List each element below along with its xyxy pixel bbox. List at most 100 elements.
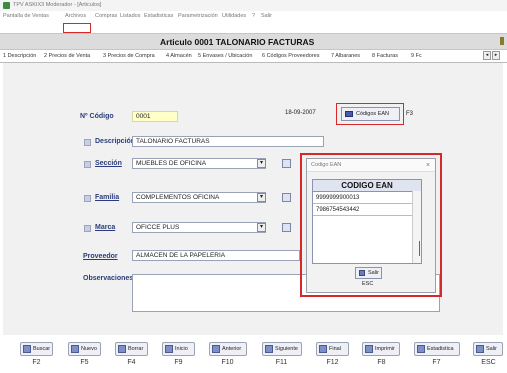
final-button[interactable]: Final: [316, 342, 349, 356]
estadistica-button[interactable]: Estadistica: [414, 342, 460, 356]
search-icon: [23, 345, 31, 353]
inicio-button[interactable]: Inicio: [162, 342, 195, 356]
fecha-text: 18-09-2007: [285, 110, 316, 116]
salir-key: ESC: [481, 359, 496, 366]
ean-table-header: CODIGO EAN: [313, 180, 421, 192]
menu-item-archivos[interactable]: Archivos: [65, 13, 86, 20]
siguiente-button[interactable]: Siguiente: [262, 342, 302, 356]
window-title-bar: TPV ASKIX3 Moderador - [Articulos]: [0, 0, 507, 11]
ean-salir-button[interactable]: Salir: [355, 267, 382, 279]
tab-descripcion[interactable]: 1 Descripción: [3, 53, 36, 59]
nuevo-button[interactable]: Nuevo: [68, 342, 101, 356]
tab-envases-ubicacion[interactable]: 5 Envases / Ubicación: [198, 53, 252, 59]
buscar-label: Buscar: [33, 346, 51, 352]
final-label: Final: [329, 346, 341, 352]
buscar-key: F2: [32, 359, 41, 366]
codigos-ean-button[interactable]: Códigos EAN: [341, 107, 400, 121]
codigos-ean-label: Códigos EAN: [356, 111, 390, 117]
ean-table-row[interactable]: 7986754543442: [316, 207, 416, 213]
menu-item-salir[interactable]: Salir: [261, 13, 272, 20]
ean-dialog-title: Codigo EAN: [311, 162, 342, 168]
familia-bullet-icon: [84, 195, 91, 202]
descripcion-bullet-icon: [84, 139, 91, 146]
proveedor-field[interactable]: ALMACEN DE LA PAPELERIA: [132, 250, 300, 261]
ean-table-scrollbar[interactable]: [412, 191, 421, 263]
tab-more[interactable]: 9 Fc: [411, 53, 422, 59]
tab-precios-venta[interactable]: 2 Precios de Venta: [44, 53, 90, 59]
seccion-label[interactable]: Sección: [95, 160, 122, 167]
menu-bar: Pantalla de Ventas Archivos Compras List…: [0, 11, 507, 33]
seccion-dropdown-icon[interactable]: ▾: [257, 159, 266, 168]
ean-salir-label: Salir: [368, 270, 380, 276]
menu-item-pantalla-ventas[interactable]: Pantalla de Ventas: [3, 13, 49, 20]
chart-icon: [417, 345, 425, 353]
marca-dropdown-icon[interactable]: ▾: [257, 223, 266, 232]
header-bar: Articulo 0001 TALONARIO FACTURAS: [0, 33, 507, 50]
ean-dialog: Codigo EAN × CODIGO EAN 9999999900013 79…: [306, 158, 436, 293]
menu-item-help[interactable]: ?: [252, 13, 255, 20]
ean-dialog-titlebar: Codigo EAN ×: [307, 159, 435, 172]
salir-label: Salir: [486, 346, 498, 352]
anterior-label: Anterior: [222, 346, 242, 352]
anterior-button[interactable]: Anterior: [209, 342, 247, 356]
ean-table-row[interactable]: 9999999900013: [316, 195, 416, 201]
marca-select[interactable]: OFICCE PLUS: [132, 222, 266, 233]
tab-precios-compra[interactable]: 3 Precios de Compra: [103, 53, 155, 59]
siguiente-label: Siguiente: [275, 346, 298, 352]
salir-button[interactable]: Salir: [473, 342, 503, 356]
familia-label[interactable]: Familia: [95, 194, 119, 201]
siguiente-key: F11: [275, 359, 288, 366]
close-icon[interactable]: ×: [426, 162, 430, 169]
borrar-button[interactable]: Borrar: [115, 342, 148, 356]
anterior-key: F10: [221, 359, 234, 366]
menu-item-parametrizacion[interactable]: Parametrización: [178, 13, 218, 20]
buscar-button[interactable]: Buscar: [20, 342, 53, 356]
last-icon: [319, 345, 327, 353]
printer-icon: [365, 345, 373, 353]
previous-icon: [212, 345, 220, 353]
app-icon: [3, 2, 10, 9]
imprimir-key: F8: [377, 359, 386, 366]
descripcion-label: Descripción: [95, 138, 136, 145]
page-title: Articulo 0001 TALONARIO FACTURAS: [160, 37, 315, 47]
scrollbar-thumb[interactable]: [419, 241, 420, 256]
inicio-label: Inicio: [175, 346, 188, 352]
familia-dropdown-icon[interactable]: ▾: [257, 193, 266, 202]
menu-item-estadisticas[interactable]: Estadisticas: [144, 13, 173, 20]
tab-almacen[interactable]: 4 Almacén: [166, 53, 192, 59]
familia-lookup-icon[interactable]: [282, 193, 291, 202]
tab-scroll-left-button[interactable]: ◂: [483, 51, 491, 60]
menu-archivos-highlight: [63, 23, 91, 33]
tab-scroll-right-button[interactable]: ▸: [492, 51, 500, 60]
ean-esc-hint: ESC: [362, 281, 374, 287]
seccion-lookup-icon[interactable]: [282, 159, 291, 168]
nuevo-key: F5: [80, 359, 89, 366]
codigo-label: Nº Código: [80, 113, 114, 120]
borrar-key: F4: [127, 359, 136, 366]
exit-icon: [359, 270, 365, 276]
imprimir-button[interactable]: Imprimir: [362, 342, 400, 356]
proveedor-label[interactable]: Proveedor: [83, 253, 118, 260]
ean-row-divider: [313, 203, 412, 204]
familia-select[interactable]: COMPLEMENTOS OFICINA: [132, 192, 266, 203]
marca-lookup-icon[interactable]: [282, 223, 291, 232]
new-icon: [71, 345, 79, 353]
codigo-field[interactable]: 0001: [132, 111, 178, 122]
marca-label[interactable]: Marca: [95, 224, 115, 231]
menu-item-utilidades[interactable]: Utilidades: [222, 13, 246, 20]
descripcion-field[interactable]: TALONARIO FACTURAS: [132, 136, 324, 147]
exit-icon: [476, 345, 484, 353]
window-title: TPV ASKIX3 Moderador - [Articulos]: [13, 2, 102, 8]
estadistica-key: F7: [432, 359, 441, 366]
delete-icon: [118, 345, 126, 353]
seccion-bullet-icon: [84, 161, 91, 168]
tab-codigos-proveedores[interactable]: 6 Códigos Proveedores: [262, 53, 319, 59]
menu-item-compras[interactable]: Compras: [95, 13, 117, 20]
final-key: F12: [326, 359, 339, 366]
barcode-icon: [345, 111, 353, 117]
nuevo-label: Nuevo: [81, 346, 97, 352]
tab-albaranes[interactable]: 7 Albaranes: [331, 53, 360, 59]
menu-item-listados[interactable]: Listados: [120, 13, 141, 20]
tab-facturas[interactable]: 8 Facturas: [372, 53, 398, 59]
seccion-select[interactable]: MUEBLES DE OFICINA: [132, 158, 266, 169]
